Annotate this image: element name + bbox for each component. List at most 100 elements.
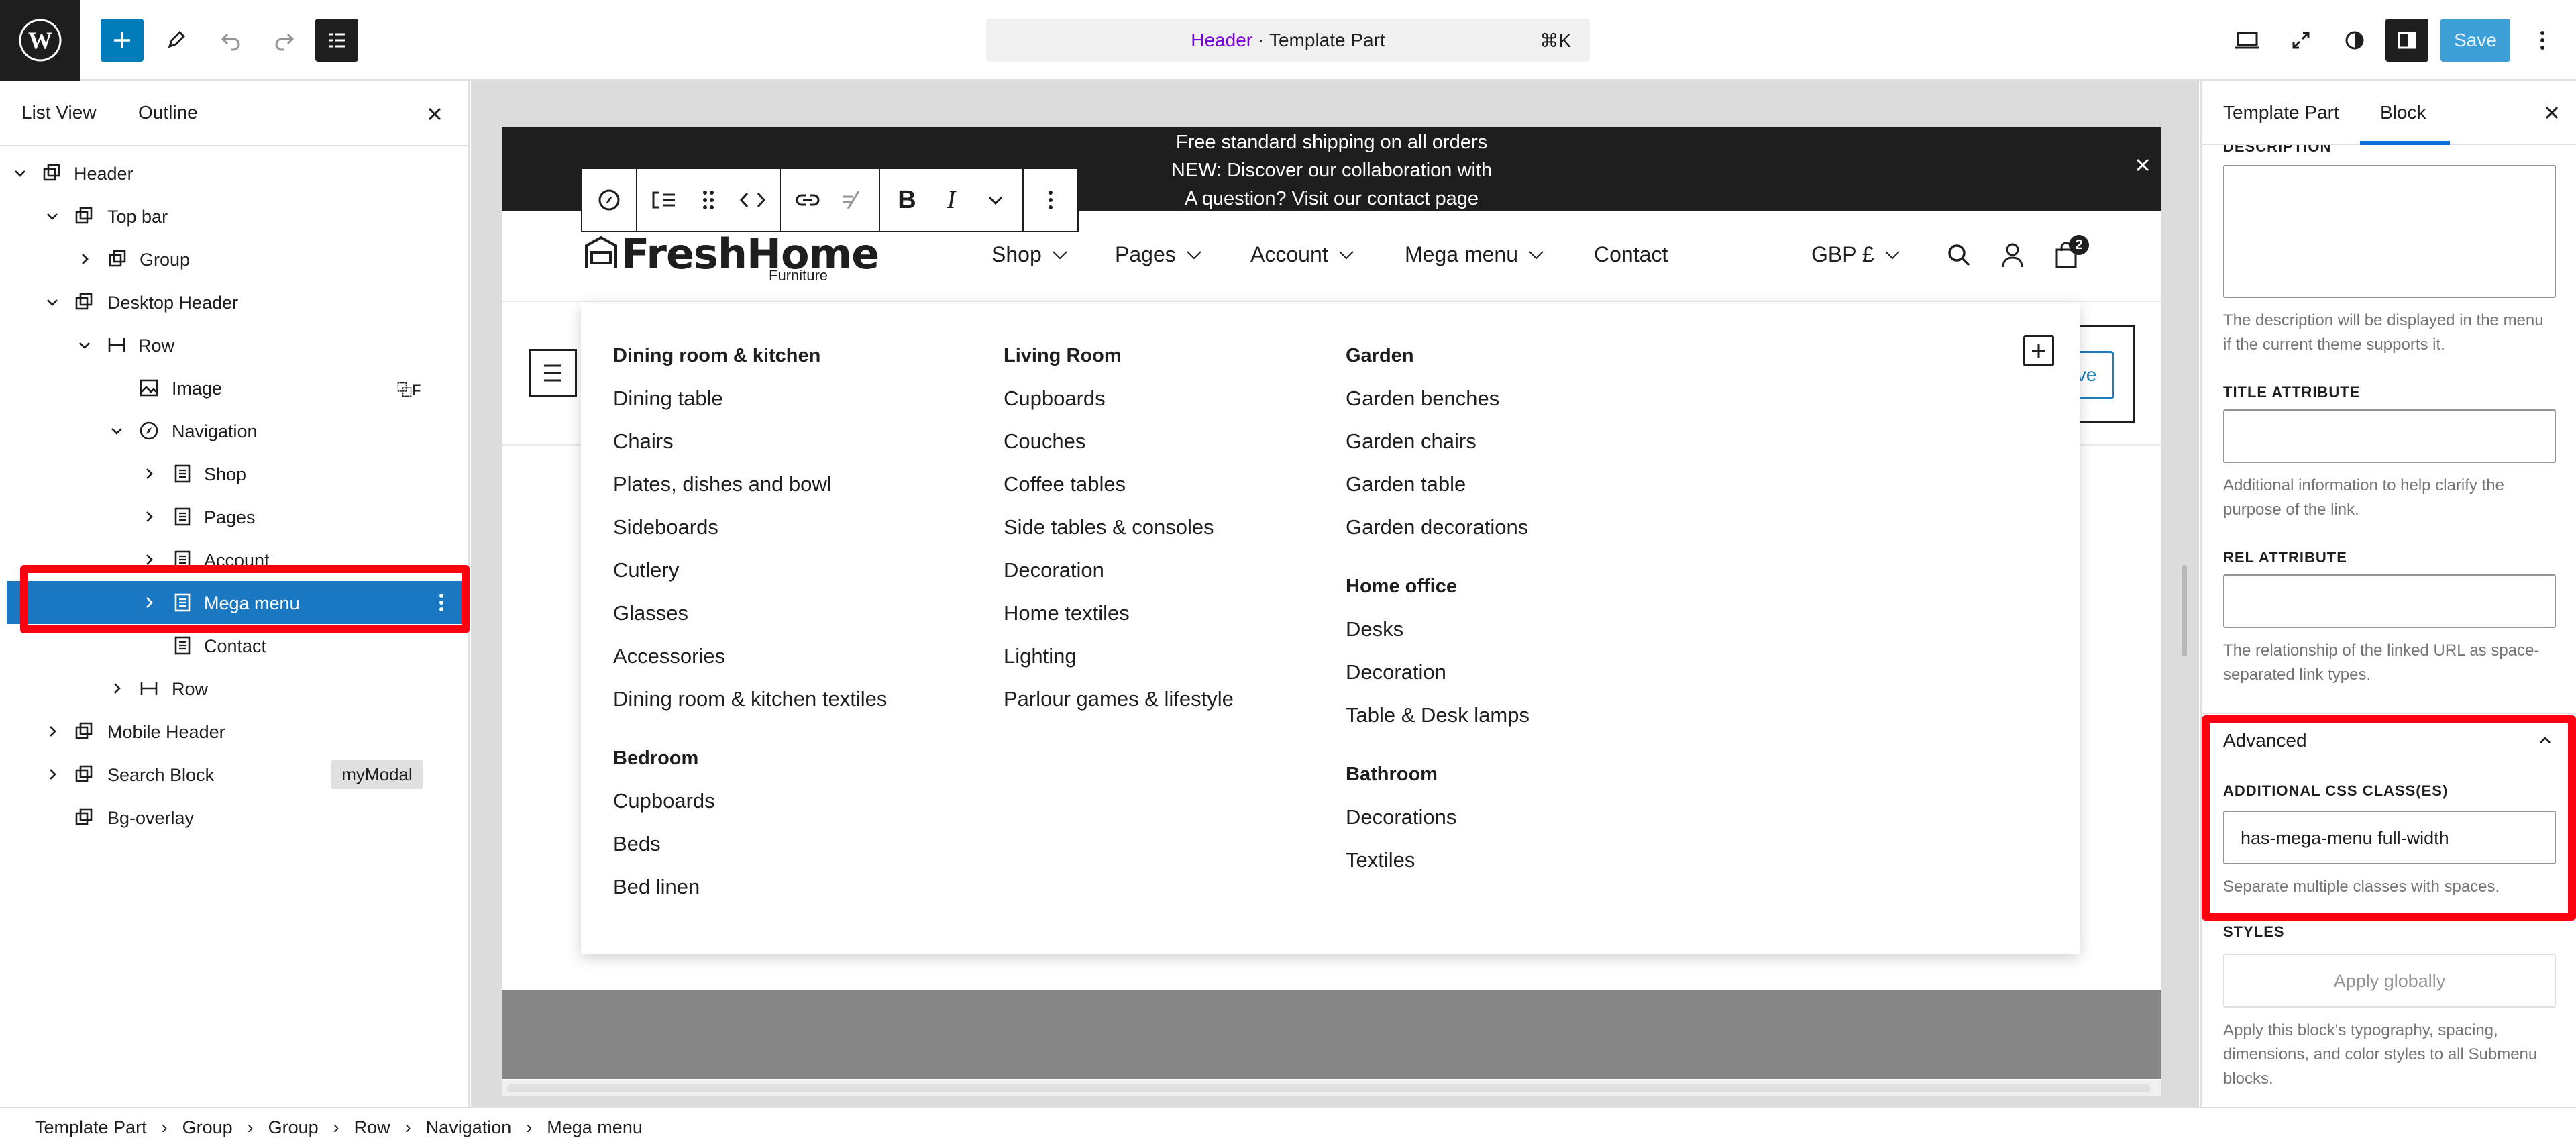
chevron-right-icon[interactable] <box>44 723 60 739</box>
bold-icon[interactable]: B <box>887 180 927 220</box>
horizontal-scrollbar[interactable] <box>502 1080 2161 1096</box>
chevron-down-icon[interactable] <box>44 208 60 224</box>
chevron-down-icon[interactable] <box>76 337 93 353</box>
tree-item-navigation[interactable]: Navigation <box>0 409 470 452</box>
apply-globally-button[interactable]: Apply globally <box>2223 954 2556 1008</box>
mega-link[interactable]: Table & Desk lamps <box>1346 703 1529 727</box>
chevron-right-icon[interactable] <box>109 680 125 696</box>
mega-link[interactable]: Decoration <box>1004 558 1104 582</box>
submenu-block-icon[interactable] <box>644 180 684 220</box>
mega-link[interactable]: Chairs <box>613 429 674 454</box>
tools-pencil-icon[interactable] <box>154 19 197 62</box>
chevron-right-icon[interactable] <box>141 509 157 525</box>
nav-item-mega-menu[interactable]: Mega menu <box>1405 242 1545 267</box>
mega-link[interactable]: Cutlery <box>613 558 679 582</box>
mega-link[interactable]: Beds <box>613 832 661 856</box>
mega-link[interactable]: Dining room & kitchen textiles <box>613 687 887 711</box>
mega-link[interactable]: Bed linen <box>613 875 700 899</box>
document-bar[interactable]: Header · Template Part ⌘K <box>986 19 1590 62</box>
description-field[interactable] <box>2223 165 2556 298</box>
undo-icon[interactable] <box>209 19 252 62</box>
mega-link[interactable]: Decorations <box>1346 805 1456 829</box>
mega-link[interactable]: Garden decorations <box>1346 515 1528 539</box>
tab-template-part[interactable]: Template Part <box>2223 102 2339 123</box>
mega-link[interactable]: Couches <box>1004 429 1085 454</box>
chevron-down-icon[interactable] <box>109 423 125 439</box>
tab-list-view[interactable]: List View <box>21 102 97 123</box>
mega-heading[interactable]: Living Room <box>1004 345 1122 367</box>
mega-heading[interactable]: Garden <box>1346 345 1414 367</box>
account-user-icon[interactable] <box>1998 240 2027 270</box>
chevron-down-icon[interactable] <box>44 294 60 310</box>
unlink-icon[interactable] <box>832 180 872 220</box>
link-icon[interactable] <box>788 180 828 220</box>
tree-item-image[interactable]: Image ⿻F <box>0 366 470 409</box>
mega-link[interactable]: Garden table <box>1346 472 1466 497</box>
nav-item-pages[interactable]: Pages <box>1115 242 1203 267</box>
close-icon[interactable] <box>2133 156 2152 174</box>
tree-item-search-block[interactable]: Search Block myModal <box>0 753 470 796</box>
breadcrumb-item[interactable]: Group <box>268 1117 319 1138</box>
mega-link[interactable]: Coffee tables <box>1004 472 1126 497</box>
breadcrumb-item[interactable]: Navigation <box>426 1117 512 1138</box>
mega-heading[interactable]: Bathroom <box>1346 764 1438 786</box>
close-icon[interactable] <box>2538 99 2565 126</box>
chevron-right-icon[interactable] <box>76 251 93 267</box>
chevron-right-icon[interactable] <box>44 766 60 782</box>
mega-link[interactable]: Lighting <box>1004 644 1077 668</box>
logo-text[interactable]: FreshHome <box>621 229 879 278</box>
mega-link[interactable]: Textiles <box>1346 848 1415 872</box>
mega-link[interactable]: Garden benches <box>1346 386 1499 411</box>
tree-item-shop[interactable]: Shop <box>0 452 470 495</box>
wordpress-logo-icon[interactable]: W <box>0 0 80 81</box>
tree-item-mobile-header[interactable]: Mobile Header <box>0 710 470 753</box>
mega-link[interactable]: Cupboards <box>1004 386 1106 411</box>
tree-item-group[interactable]: Group <box>0 238 470 280</box>
title-attribute-field[interactable] <box>2223 409 2556 463</box>
tab-block[interactable]: Block <box>2380 102 2426 123</box>
close-icon[interactable] <box>421 101 448 127</box>
tab-outline[interactable]: Outline <box>138 102 198 123</box>
tree-item-row-2[interactable]: Row <box>0 667 470 710</box>
add-block-icon[interactable] <box>2023 335 2054 366</box>
tree-item-bg-overlay[interactable]: Bg-overlay <box>0 796 470 839</box>
tree-item-header[interactable]: Header <box>0 152 470 195</box>
mega-link[interactable]: Parlour games & lifestyle <box>1004 687 1234 711</box>
mega-link[interactable]: Decoration <box>1346 660 1446 684</box>
mega-link[interactable]: Sideboards <box>613 515 718 539</box>
mega-link[interactable]: Desks <box>1346 617 1403 641</box>
chevron-down-icon[interactable] <box>12 165 28 181</box>
tree-item-contact[interactable]: Contact <box>0 624 470 667</box>
chevron-down-icon[interactable] <box>975 180 1016 220</box>
breadcrumb-item[interactable]: Row <box>354 1117 390 1138</box>
scrollbar-thumb[interactable] <box>507 1084 2151 1092</box>
search-icon[interactable] <box>1944 240 1974 270</box>
tree-item-top-bar[interactable]: Top bar <box>0 195 470 238</box>
nav-item-account[interactable]: Account <box>1250 242 1355 267</box>
tree-item-desktop-header[interactable]: Desktop Header <box>0 280 470 323</box>
nav-item-contact[interactable]: Contact <box>1594 242 1668 267</box>
document-overview-icon[interactable] <box>315 19 358 62</box>
save-button[interactable]: Save <box>2440 19 2510 62</box>
breadcrumb-item[interactable]: Group <box>182 1117 233 1138</box>
tree-item-pages[interactable]: Pages <box>0 495 470 538</box>
chevron-right-icon[interactable] <box>141 466 157 482</box>
redo-icon[interactable] <box>263 19 306 62</box>
canvas-scrollbar[interactable] <box>2182 565 2187 656</box>
mega-link[interactable]: Dining table <box>613 386 723 411</box>
zoom-out-icon[interactable] <box>2279 19 2322 62</box>
rel-attribute-field[interactable] <box>2223 574 2556 628</box>
drag-handle-icon[interactable] <box>688 180 729 220</box>
mega-link[interactable]: Side tables & consoles <box>1004 515 1214 539</box>
mega-heading[interactable]: Bedroom <box>613 747 698 770</box>
navigation-compass-icon[interactable] <box>589 180 629 220</box>
move-arrows-icon[interactable] <box>733 180 773 220</box>
mega-link[interactable]: Cupboards <box>613 789 715 813</box>
mega-link[interactable]: Glasses <box>613 601 688 625</box>
mega-link[interactable]: Home textiles <box>1004 601 1130 625</box>
menu-hamburger-icon[interactable] <box>529 349 577 397</box>
styles-contrast-icon[interactable] <box>2333 19 2376 62</box>
mega-heading[interactable]: Home office <box>1346 576 1457 598</box>
more-options-icon[interactable] <box>1030 180 1071 220</box>
settings-sidebar-icon[interactable] <box>2385 19 2428 62</box>
